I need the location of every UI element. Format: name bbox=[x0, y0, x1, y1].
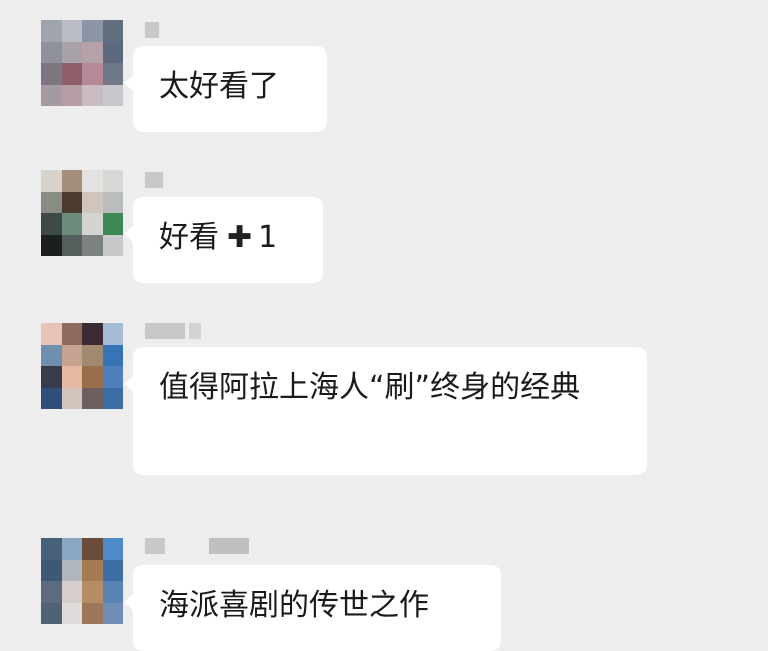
avatar-pixel bbox=[82, 387, 103, 409]
sender-name-redacted bbox=[145, 22, 159, 38]
avatar-pixel bbox=[82, 84, 103, 106]
avatar-pixel bbox=[61, 234, 82, 256]
avatar-pixel bbox=[102, 170, 123, 192]
avatar-pixel bbox=[102, 581, 123, 603]
avatar-pixel bbox=[41, 84, 62, 106]
chat-message-list: 太好看了 好看 ✚ 1 值得阿拉上海人“刷”终身的经典 海派喜剧的传世之作 bbox=[0, 0, 768, 651]
message-text: 好看 bbox=[159, 220, 219, 255]
avatar-pixel bbox=[41, 538, 62, 560]
avatar-pixel bbox=[82, 234, 103, 256]
message-bubble[interactable]: 太好看了 bbox=[124, 46, 327, 132]
avatar[interactable] bbox=[41, 323, 123, 409]
avatar-pixel bbox=[41, 63, 62, 85]
avatar-pixel bbox=[41, 41, 62, 63]
avatar-pixel bbox=[61, 602, 82, 624]
avatar-pixel bbox=[41, 213, 62, 235]
avatar-pixel bbox=[82, 323, 103, 345]
message-text: 海派喜剧的传世之作 bbox=[159, 588, 429, 623]
avatar-pixel bbox=[82, 602, 103, 624]
avatar-pixel bbox=[61, 538, 82, 560]
avatar-pixel bbox=[61, 191, 82, 213]
plus-icon: ✚ bbox=[227, 220, 253, 255]
avatar-pixel bbox=[41, 581, 62, 603]
avatar-pixel bbox=[82, 20, 103, 42]
avatar-pixel bbox=[61, 41, 82, 63]
avatar-pixel bbox=[82, 538, 103, 560]
avatar-pixel bbox=[61, 20, 82, 42]
avatar-pixel bbox=[102, 602, 123, 624]
avatar-pixel bbox=[41, 344, 62, 366]
avatar-pixel bbox=[82, 170, 103, 192]
avatar-pixel bbox=[61, 344, 82, 366]
avatar-pixel bbox=[61, 84, 82, 106]
avatar[interactable] bbox=[41, 538, 123, 624]
avatar-pixel bbox=[41, 170, 62, 192]
avatar-pixel bbox=[61, 581, 82, 603]
avatar-pixel bbox=[41, 559, 62, 581]
avatar-pixel bbox=[61, 213, 82, 235]
avatar-pixel bbox=[61, 366, 82, 388]
message-bubble[interactable]: 值得阿拉上海人“刷”终身的经典 bbox=[124, 347, 647, 475]
sender-name-redacted bbox=[145, 538, 249, 554]
avatar-pixel bbox=[102, 84, 123, 106]
message-text-number: 1 bbox=[258, 220, 278, 255]
avatar-pixel bbox=[41, 366, 62, 388]
avatar-pixel bbox=[61, 63, 82, 85]
avatar-pixel bbox=[82, 213, 103, 235]
avatar-pixel bbox=[102, 234, 123, 256]
sender-name-redacted bbox=[145, 172, 163, 188]
message-text: 值得阿拉上海人“刷”终身的经典 bbox=[159, 370, 581, 405]
avatar-pixel bbox=[82, 559, 103, 581]
avatar-pixel bbox=[41, 323, 62, 345]
avatar[interactable] bbox=[41, 20, 123, 106]
avatar-pixel bbox=[102, 323, 123, 345]
message-bubble[interactable]: 好看 ✚ 1 bbox=[124, 197, 323, 283]
avatar-pixel bbox=[61, 170, 82, 192]
avatar-pixel bbox=[41, 234, 62, 256]
avatar-pixel bbox=[82, 63, 103, 85]
avatar-pixel bbox=[102, 344, 123, 366]
avatar-pixel bbox=[102, 387, 123, 409]
avatar-pixel bbox=[41, 387, 62, 409]
avatar-pixel bbox=[61, 387, 82, 409]
sender-name-redacted bbox=[145, 323, 201, 339]
avatar-pixel bbox=[102, 20, 123, 42]
avatar-pixel bbox=[82, 41, 103, 63]
avatar-pixel bbox=[102, 213, 123, 235]
avatar-pixel bbox=[61, 559, 82, 581]
avatar-pixel bbox=[41, 191, 62, 213]
avatar-pixel bbox=[102, 63, 123, 85]
avatar-pixel bbox=[102, 366, 123, 388]
avatar[interactable] bbox=[41, 170, 123, 256]
avatar-pixel bbox=[82, 366, 103, 388]
avatar-pixel bbox=[102, 559, 123, 581]
avatar-pixel bbox=[82, 191, 103, 213]
avatar-pixel bbox=[102, 41, 123, 63]
message-text: 太好看了 bbox=[159, 69, 279, 104]
avatar-pixel bbox=[102, 538, 123, 560]
message-bubble[interactable]: 海派喜剧的传世之作 bbox=[124, 565, 501, 651]
avatar-pixel bbox=[102, 191, 123, 213]
avatar-pixel bbox=[82, 581, 103, 603]
avatar-pixel bbox=[82, 344, 103, 366]
avatar-pixel bbox=[41, 602, 62, 624]
avatar-pixel bbox=[61, 323, 82, 345]
avatar-pixel bbox=[41, 20, 62, 42]
